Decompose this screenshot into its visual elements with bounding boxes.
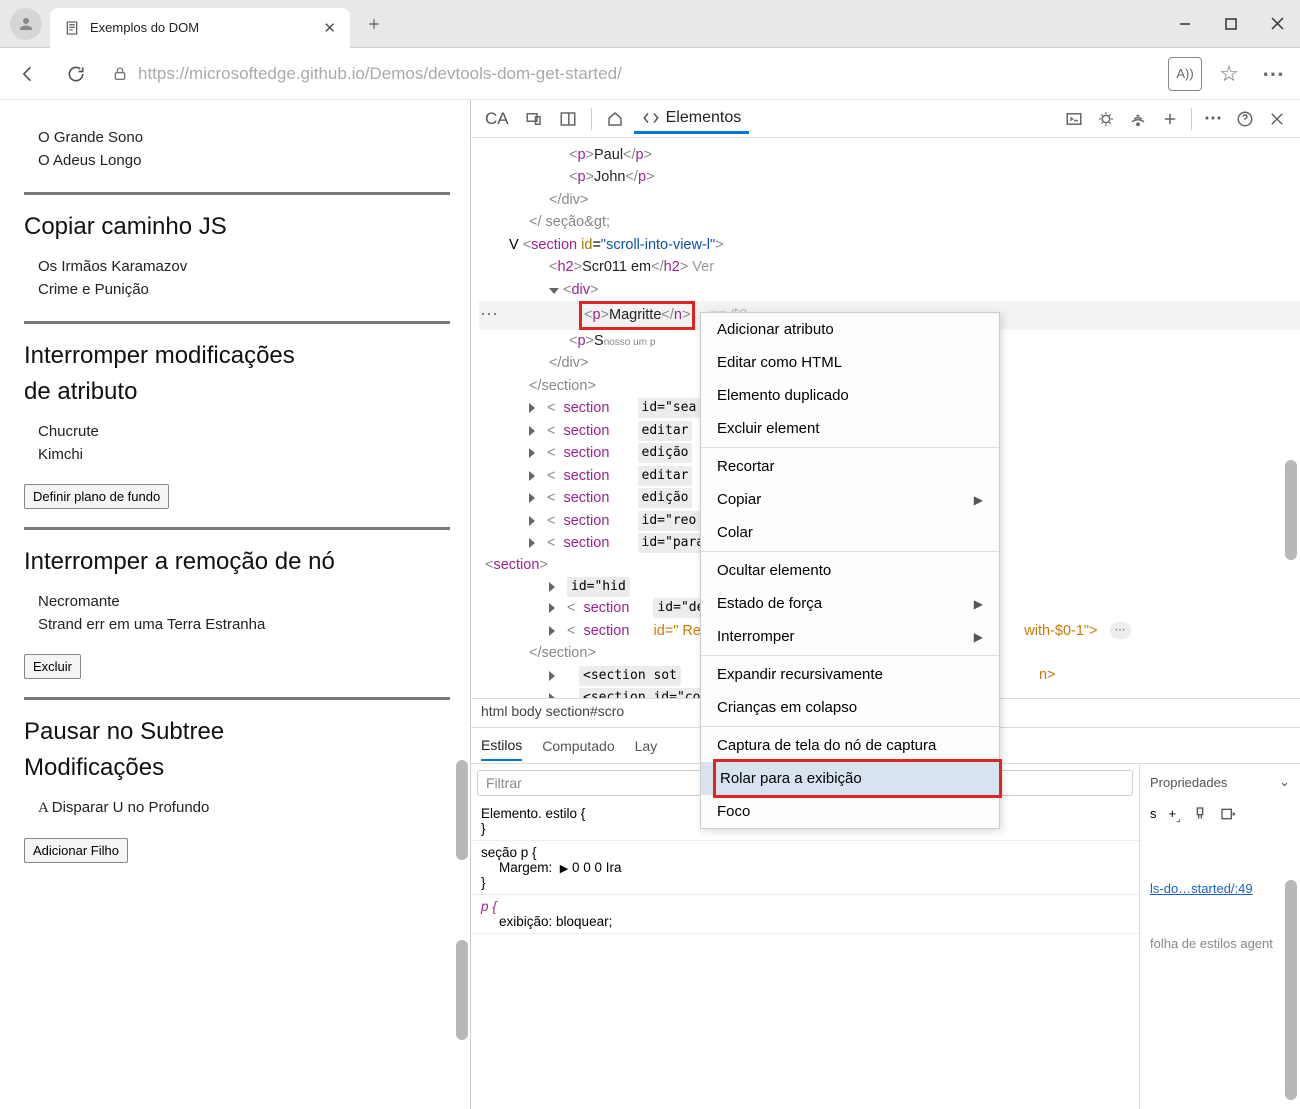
minimize-button[interactable]	[1162, 4, 1208, 44]
heading-break-attr-1: Interromper modificações	[24, 342, 450, 370]
window-titlebar: Exemplos do DOM ✕	[0, 0, 1300, 48]
source-link[interactable]: ls-do…started/:49	[1150, 881, 1290, 896]
list-2: Chucrute Kimchi	[24, 414, 450, 478]
heading-break-attr-2: de atributo	[24, 378, 450, 406]
devtools-toolbar: CA Elementos ⋯	[471, 100, 1300, 138]
url-field[interactable]: https://microsoftedge.github.io/Demos/de…	[106, 64, 1156, 84]
divider	[24, 697, 450, 700]
close-window-button[interactable]	[1254, 4, 1300, 44]
read-aloud-button[interactable]: A))	[1168, 57, 1202, 91]
profile-avatar[interactable]	[10, 8, 42, 40]
list-item: Os Irmãos Karamazov	[38, 255, 450, 278]
ctx-expand[interactable]: Expandir recursivamente	[701, 658, 999, 691]
scrollbar[interactable]	[1285, 880, 1297, 1100]
styles-sidebar: Propriedades ⌄ s +⌟ ls-do…started/:49 fo…	[1140, 764, 1300, 1109]
inspect-mode-label[interactable]: CA	[479, 109, 515, 129]
ctx-edit-html[interactable]: Editar como HTML	[701, 346, 999, 379]
add-child-button[interactable]: Adicionar Filho	[24, 838, 128, 863]
set-background-button[interactable]: Definir plano de fundo	[24, 484, 169, 509]
new-tab-button[interactable]	[358, 8, 390, 40]
lock-icon	[112, 65, 128, 83]
list-3: Necromante Strand err em uma Terra Estra…	[24, 584, 450, 648]
network-icon[interactable]	[1123, 106, 1153, 132]
ctx-copy[interactable]: Copiar▶	[701, 483, 999, 516]
address-bar: https://microsoftedge.github.io/Demos/de…	[0, 48, 1300, 100]
list-item: O Grande Sono	[38, 126, 450, 149]
ctx-force-state[interactable]: Estado de força▶	[701, 587, 999, 620]
browser-tab[interactable]: Exemplos do DOM ✕	[50, 8, 350, 48]
list-4: A Disparar U no Profundo	[24, 790, 450, 832]
code-icon	[642, 109, 660, 127]
close-devtools-icon[interactable]	[1262, 106, 1292, 132]
divider	[24, 527, 450, 530]
maximize-button[interactable]	[1208, 4, 1254, 44]
window-controls	[1162, 4, 1300, 44]
heading-pause-subtree-1: Pausar no Subtree	[24, 718, 450, 746]
elements-tab[interactable]: Elementos	[634, 103, 750, 134]
new-style-icon[interactable]: +⌟	[1169, 806, 1181, 825]
welcome-tab-icon[interactable]	[600, 106, 630, 132]
ctx-break-on[interactable]: Interromper▶	[701, 620, 999, 653]
ctx-collapse[interactable]: Crianças em colapso	[701, 691, 999, 724]
tab-layout[interactable]: Lay	[635, 732, 658, 760]
ctx-hide[interactable]: Ocultar elemento	[701, 554, 999, 587]
css-rule[interactable]: seção p { Margem: ▶ 0 0 0 Ira }	[471, 841, 1139, 895]
ctx-focus[interactable]: Foco	[701, 795, 999, 828]
ctx-duplicate[interactable]: Elemento duplicado	[701, 379, 999, 412]
back-button[interactable]	[10, 56, 46, 92]
context-menu: Adicionar atributo Editar como HTML Elem…	[700, 312, 1000, 829]
heading-copy-js-path: Copiar caminho JS	[24, 213, 450, 241]
chevron-down-icon[interactable]: ⌄	[1279, 774, 1290, 790]
s-label: s	[1150, 806, 1157, 825]
refresh-button[interactable]	[58, 56, 94, 92]
scrollbar[interactable]	[456, 940, 468, 1040]
list-1: Os Irmãos Karamazov Crime e Punição	[24, 249, 450, 313]
tab-computed[interactable]: Computado	[542, 732, 614, 760]
ctx-cut[interactable]: Recortar	[701, 450, 999, 483]
tab-close-icon[interactable]: ✕	[323, 19, 336, 37]
css-rule[interactable]: p { exibição: bloquear;	[471, 895, 1139, 934]
tab-styles[interactable]: Estilos	[481, 731, 522, 761]
more-tools-icon[interactable]: ⋯	[1198, 104, 1228, 133]
scrollbar[interactable]	[456, 760, 468, 860]
console-icon[interactable]	[1059, 106, 1089, 132]
page-icon	[64, 20, 80, 36]
agent-stylesheet-label: folha de estilos agent	[1150, 936, 1290, 951]
ctx-add-attribute[interactable]: Adicionar atributo	[701, 313, 999, 346]
add-tab-icon[interactable]	[1155, 106, 1185, 132]
more-button[interactable]: ⋯	[1256, 57, 1290, 91]
divider	[24, 321, 450, 324]
dom-close-div: </div>	[479, 189, 1300, 211]
list-item: Chucrute	[38, 420, 450, 443]
heading-break-node-removal: Interromper a remoção de nó	[24, 548, 450, 576]
heading-pause-subtree-2: Modificações	[24, 754, 450, 782]
device-toggle-icon[interactable]	[519, 106, 549, 132]
help-icon[interactable]	[1230, 106, 1260, 132]
issues-icon[interactable]	[1091, 106, 1121, 132]
scrollbar[interactable]	[1285, 460, 1297, 560]
list-0: O Grande Sono O Adeus Longo	[24, 120, 450, 184]
ctx-paste[interactable]: Colar	[701, 516, 999, 549]
ctx-screenshot[interactable]: Captura de tela do nó de captura	[701, 729, 999, 762]
dom-actions-icon[interactable]: ⋯	[480, 301, 499, 329]
list-item: O Adeus Longo	[38, 149, 450, 172]
list-item: A Disparar U no Profundo	[38, 796, 450, 820]
list-item: Kimchi	[38, 443, 450, 466]
url-host: https://microsoftedge.github.io/Demos/de…	[138, 64, 622, 84]
panel-toggle-icon[interactable]	[1220, 806, 1236, 825]
delete-button[interactable]: Excluir	[24, 654, 81, 679]
page-content: O Grande Sono O Adeus Longo Copiar camin…	[0, 100, 470, 1109]
ctx-scroll-into-view[interactable]: Rolar para a exibição	[701, 762, 999, 795]
favorite-button[interactable]: ☆	[1212, 57, 1246, 91]
divider	[24, 192, 450, 195]
tab-title: Exemplos do DOM	[90, 20, 199, 35]
dock-icon[interactable]	[553, 106, 583, 132]
list-item: Crime e Punição	[38, 278, 450, 301]
properties-label[interactable]: Propriedades	[1150, 775, 1227, 790]
brush-icon[interactable]	[1192, 806, 1208, 825]
list-item: Necromante	[38, 590, 450, 613]
ctx-delete[interactable]: Excluir element	[701, 412, 999, 445]
list-item: Strand err em uma Terra Estranha	[38, 613, 450, 636]
